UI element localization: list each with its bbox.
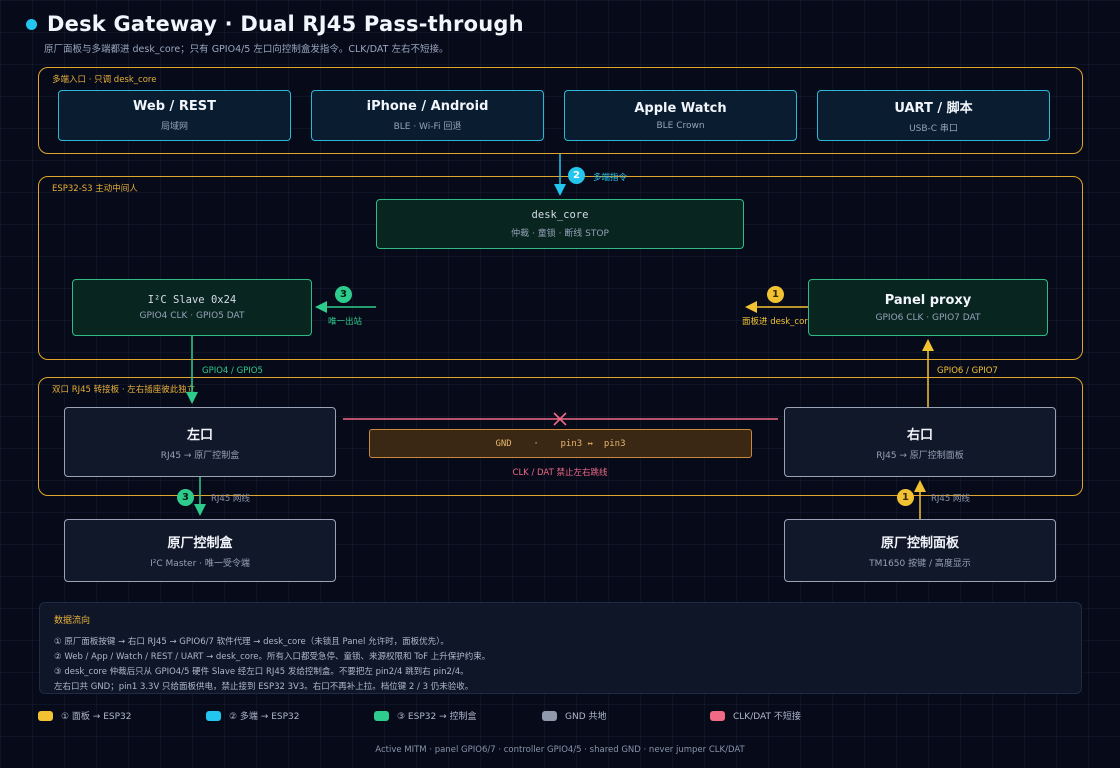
controller-title: 原厂控制盒: [167, 536, 233, 551]
zone-inputs-label: 多端入口 · 只调 desk_core: [52, 75, 157, 85]
panel-proxy-title: Panel proxy: [884, 292, 972, 308]
input-box-title: iPhone / Android: [366, 99, 489, 114]
controller-box: 原厂控制盒 I²C Master · 唯一受令端: [64, 519, 336, 582]
legend-item-panel: ① 面板 → ESP32: [38, 709, 131, 722]
label-only-exit: 唯一出站: [328, 317, 363, 327]
legend-item-esp32: ③ ESP32 → 控制盒: [374, 709, 476, 722]
legend-swatch: [374, 710, 389, 721]
flow-panel: 数据流向 ① 原厂面板按键 → 右口 RJ45 → GPIO6/7 软件代理 →…: [39, 602, 1082, 694]
panel-sub: TM1650 按键 / 高度显示: [869, 559, 971, 569]
input-box-title: UART / 脚本: [894, 101, 973, 116]
right-port-title: 右口: [906, 427, 933, 443]
input-box-web: Web / REST 局域网: [58, 90, 291, 141]
label-panel-in: 面板进 desk_core: [742, 317, 813, 327]
legend-swatch: [710, 710, 725, 721]
input-box-title: Web / REST: [133, 99, 216, 114]
flow-line: ② Web / App / Watch / REST / UART → desk…: [54, 652, 491, 662]
input-box-mobile: iPhone / Android BLE · Wi-Fi 回退: [311, 90, 544, 141]
input-box-sub: 局域网: [160, 122, 188, 132]
label-gpio67: GPIO6 / GPIO7: [937, 366, 998, 376]
input-box-sub: BLE Crown: [656, 120, 705, 131]
gnd-bar: GND · pin3 ↔ pin3: [369, 429, 752, 458]
footer-text: Active MITM · panel GPIO6/7 · controller…: [375, 745, 745, 755]
right-port-sub: RJ45 → 原厂控制面板: [876, 450, 964, 461]
badge-multi: 2: [568, 167, 585, 184]
title-row: Desk Gateway · Dual RJ45 Pass-through: [26, 12, 524, 36]
no-short-label: CLK / DAT 禁止左右跳线: [512, 468, 608, 478]
legend-label: ② 多端 → ESP32: [229, 712, 300, 722]
panel-proxy-box: Panel proxy GPIO6 CLK · GPIO7 DAT: [808, 279, 1048, 336]
legend-label: ① 面板 → ESP32: [61, 712, 132, 722]
i2c-slave-title: I²C Slave 0x24: [147, 294, 237, 306]
label-gpio45: GPIO4 / GPIO5: [202, 366, 263, 376]
badge-rj45-left: 3: [177, 489, 194, 506]
legend-swatch: [206, 710, 221, 721]
i2c-slave-box: I²C Slave 0x24 GPIO4 CLK · GPIO5 DAT: [72, 279, 312, 336]
flow-line: ① 原厂面板按键 → 右口 RJ45 → GPIO6/7 软件代理 → desk…: [54, 637, 449, 647]
legend-swatch: [542, 710, 557, 721]
input-box-uart: UART / 脚本 USB-C 串口: [817, 90, 1050, 141]
legend-label: ③ ESP32 → 控制盒: [397, 712, 477, 722]
input-box-watch: Apple Watch BLE Crown: [564, 90, 797, 141]
title-dot-icon: [26, 18, 37, 30]
desk-core-title: desk_core: [531, 209, 589, 221]
legend-label: CLK/DAT 不短接: [733, 712, 801, 722]
input-box-sub: BLE · Wi-Fi 回退: [393, 122, 462, 132]
flow-line: ③ desk_core 仲裁后只从 GPIO4/5 硬件 Slave 经左口 R…: [54, 667, 469, 677]
badge-panel-in: 1: [767, 286, 784, 303]
controller-sub: I²C Master · 唯一受令端: [150, 559, 250, 569]
legend-item-gnd: GND 共地: [542, 709, 607, 722]
zone-adapter-label: 双口 RJ45 转接板 · 左右插座彼此独立: [52, 385, 196, 395]
input-box-sub: USB-C 串口: [909, 124, 958, 134]
legend-item-multi: ② 多端 → ESP32: [206, 709, 299, 722]
flow-title: 数据流向: [54, 616, 91, 626]
page-title: Desk Gateway · Dual RJ45 Pass-through: [47, 12, 524, 36]
legend-swatch: [38, 710, 53, 721]
badge-rj45-right: 1: [897, 489, 914, 506]
page-subtitle: 原厂面板与多端都进 desk_core；只有 GPIO4/5 左口向控制盒发指令…: [44, 44, 449, 55]
panel-box: 原厂控制面板 TM1650 按键 / 高度显示: [784, 519, 1056, 582]
badge-exit: 3: [335, 286, 352, 303]
input-box-title: Apple Watch: [634, 100, 727, 116]
desk-core-sub: 仲裁 · 童锁 · 断线 STOP: [511, 229, 609, 239]
desk-core-box: desk_core 仲裁 · 童锁 · 断线 STOP: [376, 199, 744, 249]
legend-item-no-short: CLK/DAT 不短接: [710, 709, 801, 722]
panel-title: 原厂控制面板: [880, 536, 959, 551]
label-rj45-left: RJ45 网线: [211, 494, 250, 504]
i2c-slave-sub: GPIO4 CLK · GPIO5 DAT: [139, 311, 245, 321]
legend-label: GND 共地: [565, 712, 607, 722]
left-port-sub: RJ45 → 原厂控制盒: [160, 450, 240, 461]
label-rj45-right: RJ45 网线: [931, 494, 970, 504]
zone-esp32-label: ESP32-S3 主动中间人: [52, 184, 138, 194]
flow-line: 左右口共 GND；pin1 3.3V 只给面板供电，禁止接到 ESP32 3V3…: [54, 682, 474, 692]
left-port-title: 左口: [186, 427, 213, 443]
panel-proxy-sub: GPIO6 CLK · GPIO7 DAT: [875, 312, 981, 323]
label-multi-cmd: 多端指令: [593, 173, 628, 183]
